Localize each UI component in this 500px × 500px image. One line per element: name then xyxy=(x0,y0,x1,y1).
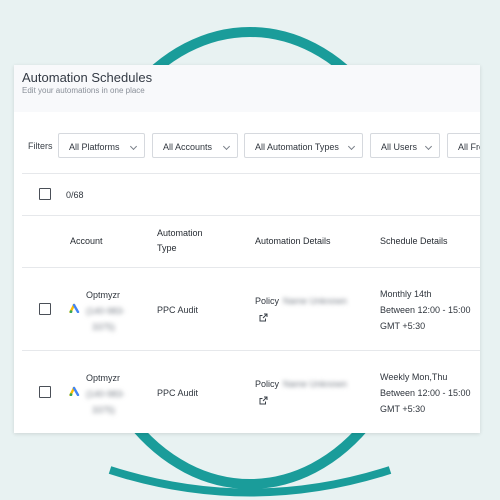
row-checkbox[interactable] xyxy=(39,303,51,315)
external-link-icon[interactable] xyxy=(259,396,268,405)
chevron-down-icon xyxy=(424,142,433,151)
account-name: Optmyzr xyxy=(86,373,121,383)
column-header-account: Account xyxy=(70,236,103,246)
column-header-automation-type-line2: Type xyxy=(157,243,177,253)
schedule-frequency: Monthly 14th xyxy=(380,289,432,299)
automation-schedules-panel: Automation Schedules Edit your automatio… xyxy=(14,65,480,433)
frequency-filter-dropdown[interactable]: All Fre xyxy=(447,133,480,158)
account-name: Optmyzr xyxy=(86,290,121,300)
user-filter-dropdown[interactable]: All Users xyxy=(370,133,440,158)
account-filter-dropdown[interactable]: All Accounts xyxy=(152,133,238,158)
column-header-automation-type-line1: Automation xyxy=(157,228,203,238)
select-all-checkbox[interactable] xyxy=(39,188,51,200)
chevron-down-icon xyxy=(129,142,138,151)
automation-type-cell: PPC Audit xyxy=(157,388,199,398)
automations-table: 0/68 Account Automation Type Automation … xyxy=(22,173,480,433)
schedule-timezone: GMT +5:30 xyxy=(380,404,426,414)
page-header: Automation Schedules Edit your automatio… xyxy=(14,65,480,112)
schedule-window: Between 12:00 - 15:00 xyxy=(380,388,471,398)
automation-type-filter-dropdown[interactable]: All Automation Types xyxy=(244,133,363,158)
automation-type-cell: PPC Audit xyxy=(157,305,199,315)
page-subtitle: Edit your automations in one place xyxy=(22,86,145,95)
divider xyxy=(22,267,480,268)
selection-count: 0/68 xyxy=(66,190,84,200)
account-filter-label: All Accounts xyxy=(163,142,213,152)
divider xyxy=(22,350,480,351)
account-id-cont: 3375) xyxy=(92,405,116,415)
frequency-filter-label: All Fre xyxy=(458,142,480,152)
divider xyxy=(22,215,480,216)
account-id: (140-983- xyxy=(86,306,126,316)
schedule-timezone: GMT +5:30 xyxy=(380,321,426,331)
platform-filter-dropdown[interactable]: All Platforms xyxy=(58,133,145,158)
column-header-automation-type: Automation Type xyxy=(157,226,203,256)
automation-type-filter-label: All Automation Types xyxy=(255,142,339,152)
google-ads-icon xyxy=(69,386,80,396)
policy-label: Policy xyxy=(255,296,280,306)
column-header-schedule-details: Schedule Details xyxy=(380,236,448,246)
external-link-icon[interactable] xyxy=(259,313,268,322)
policy-name: Name Unknown xyxy=(283,296,348,306)
google-ads-icon xyxy=(69,303,80,313)
account-id: (140-983- xyxy=(86,389,126,399)
page-title: Automation Schedules xyxy=(22,70,153,85)
filters-label: Filters xyxy=(28,141,53,151)
policy-name: Name Unknown xyxy=(283,379,348,389)
chevron-down-icon xyxy=(347,142,356,151)
schedule-frequency: Weekly Mon,Thu xyxy=(380,372,448,382)
account-id-cont: 3375) xyxy=(92,322,116,332)
column-header-automation-details: Automation Details xyxy=(255,236,331,246)
schedule-window: Between 12:00 - 15:00 xyxy=(380,305,471,315)
platform-filter-label: All Platforms xyxy=(69,142,120,152)
policy-label: Policy xyxy=(255,379,280,389)
chevron-down-icon xyxy=(222,142,231,151)
user-filter-label: All Users xyxy=(381,142,418,152)
row-checkbox[interactable] xyxy=(39,386,51,398)
